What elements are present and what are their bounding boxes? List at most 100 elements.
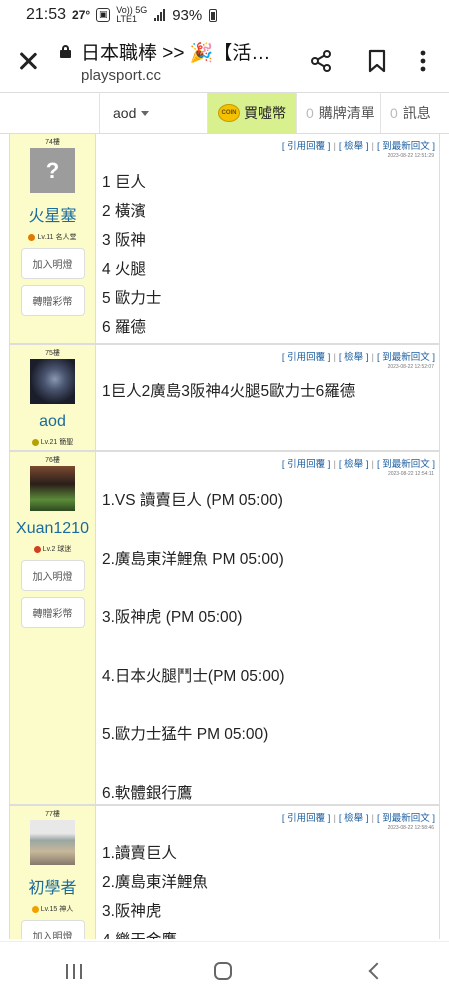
status-temperature: 27° bbox=[72, 8, 91, 22]
post-tools: [ 引用回覆 ] |[ 檢舉 ] |[ 到最新回文 ] bbox=[281, 352, 435, 363]
buy-coin-button[interactable]: COIN 買噓幣 bbox=[208, 93, 296, 133]
content-line: 3 阪神 bbox=[102, 232, 146, 249]
status-time: 21:53 bbox=[26, 6, 67, 23]
content-line: 2.廣島東洋鯉魚 bbox=[102, 874, 208, 891]
latest-reply-link[interactable]: [ 到最新回文 ] bbox=[377, 813, 435, 824]
purchase-list-tab[interactable]: 0 購牌清單 bbox=[296, 93, 380, 133]
post-time: 2023-08-22 12:51:29 bbox=[387, 153, 434, 159]
post-time: 2023-08-22 12:52:07 bbox=[387, 364, 434, 370]
post-body: [ 引用回覆 ] |[ 檢舉 ] |[ 到最新回文 ] 2023-08-22 12:… bbox=[96, 806, 439, 939]
messages-count: 0 bbox=[390, 105, 398, 121]
home-icon[interactable] bbox=[214, 962, 233, 980]
quote-reply-link[interactable]: [ 引用回覆 ] bbox=[282, 459, 331, 470]
post-author-panel: 75樓 aod Lv.21 簡聖 bbox=[10, 345, 96, 450]
question-mark-icon: ? bbox=[45, 157, 60, 183]
content-line: 1.VS 讀賣巨人 (PM 05:00) bbox=[102, 492, 283, 509]
site-nav: aod COIN 買噓幣 0 購牌清單 0 訊息 bbox=[0, 92, 449, 134]
username[interactable]: 火星塞 bbox=[28, 202, 76, 226]
back-icon[interactable] bbox=[368, 962, 386, 980]
post-tools: [ 引用回覆 ] |[ 檢舉 ] |[ 到最新回文 ] bbox=[281, 459, 435, 470]
level-badge-icon bbox=[31, 905, 39, 913]
report-link[interactable]: [ 檢舉 ] bbox=[339, 352, 369, 363]
content-line: 4 火腿 bbox=[102, 261, 146, 278]
post-tools: [ 引用回覆 ] |[ 檢舉 ] |[ 到最新回文 ] bbox=[281, 141, 435, 152]
caret-down-icon bbox=[141, 110, 150, 116]
post-77: 77樓 初學者 Lv.15 神人 加入明燈 [ 引用回覆 ] |[ 檢舉 ] |[ … bbox=[10, 806, 439, 939]
add-favorite-button[interactable]: 加入明燈 bbox=[20, 248, 85, 279]
content-line: 1巨人2廣島3阪神4火腿5歐力士6羅德 bbox=[102, 383, 356, 400]
recent-apps-icon[interactable] bbox=[66, 963, 83, 979]
post-author-panel: 77樓 初學者 Lv.15 神人 加入明燈 bbox=[10, 806, 96, 939]
browser-toolbar: 日本職棒 >> 🎉【活… playsport.cc bbox=[0, 30, 449, 92]
post-tools: [ 引用回覆 ] |[ 檢舉 ] |[ 到最新回文 ] bbox=[281, 813, 435, 824]
gift-coin-button[interactable]: 轉贈彩幣 bbox=[20, 285, 85, 316]
status-bar: 21:53 27° ▣ Vo)) 5G LTE1 93% bbox=[0, 0, 449, 30]
buy-coin-label: 買噓幣 bbox=[244, 105, 286, 121]
user-level: Lv.2 球迷 bbox=[33, 544, 72, 554]
add-favorite-button[interactable]: 加入明燈 bbox=[20, 560, 85, 591]
floor-number: 77樓 bbox=[45, 811, 60, 818]
post-74: 74樓 ? 火星塞 Lv.11 名人堂 加入明燈 轉贈彩幣 [ 引用回覆 ] |[… bbox=[10, 134, 439, 345]
content-line: 3.阪神虎 bbox=[102, 903, 162, 920]
avatar[interactable]: ? bbox=[30, 148, 75, 193]
purchase-count: 0 bbox=[306, 105, 314, 121]
report-link[interactable]: [ 檢舉 ] bbox=[339, 141, 369, 152]
username[interactable]: 初學者 bbox=[28, 874, 76, 898]
post-76: 76樓 Xuan1210 Lv.2 球迷 加入明燈 轉贈彩幣 [ 引用回覆 ] |… bbox=[10, 452, 439, 806]
signal-icon bbox=[154, 9, 166, 21]
network-label-bottom: LTE1 bbox=[116, 14, 138, 24]
avatar[interactable] bbox=[30, 820, 75, 865]
user-level-text: Lv.21 簡聖 bbox=[40, 439, 74, 446]
content-line: 4.日本火腿鬥士(PM 05:00) bbox=[102, 667, 285, 685]
add-favorite-button[interactable]: 加入明燈 bbox=[20, 920, 85, 939]
quote-reply-link[interactable]: [ 引用回覆 ] bbox=[282, 352, 331, 363]
latest-reply-link[interactable]: [ 到最新回文 ] bbox=[377, 352, 435, 363]
content-line: 1 巨人 bbox=[102, 174, 146, 191]
content-line: 5 歐力士 bbox=[102, 290, 162, 307]
user-menu-label: aod bbox=[113, 105, 137, 121]
content-line: 4.樂天金鷹 bbox=[102, 926, 439, 939]
user-level: Lv.21 簡聖 bbox=[31, 437, 74, 447]
content-line: 1.讀賣巨人 bbox=[102, 845, 177, 862]
posts-list: 74樓 ? 火星塞 Lv.11 名人堂 加入明燈 轉贈彩幣 [ 引用回覆 ] |[… bbox=[9, 134, 440, 939]
close-icon[interactable] bbox=[16, 49, 40, 73]
bookmark-icon[interactable] bbox=[349, 41, 405, 81]
notification-icon: ▣ bbox=[96, 8, 111, 22]
report-link[interactable]: [ 檢舉 ] bbox=[339, 459, 369, 470]
url-area[interactable]: 日本職棒 >> 🎉【活… playsport.cc bbox=[81, 38, 293, 84]
post-content: 1 巨人 2 橫濱 3 阪神 4 火腿 5 歐力士 6 羅德 bbox=[102, 168, 439, 342]
messages-tab[interactable]: 0 訊息 bbox=[380, 93, 449, 133]
user-menu[interactable]: aod bbox=[100, 93, 208, 133]
share-icon[interactable] bbox=[293, 41, 349, 81]
network-label: Vo)) 5G LTE1 bbox=[116, 6, 147, 24]
content-line: 2.廣島東洋鯉魚 PM 05:00) bbox=[102, 550, 284, 568]
content-line: 6 羅德 bbox=[102, 319, 146, 336]
coin-icon: COIN bbox=[218, 104, 240, 122]
user-level-text: Lv.2 球迷 bbox=[42, 546, 72, 553]
username[interactable]: aod bbox=[39, 413, 66, 431]
gift-coin-button[interactable]: 轉贈彩幣 bbox=[20, 597, 85, 628]
latest-reply-link[interactable]: [ 到最新回文 ] bbox=[377, 141, 435, 152]
page-domain: playsport.cc bbox=[81, 67, 162, 84]
quote-reply-link[interactable]: [ 引用回覆 ] bbox=[282, 813, 331, 824]
more-menu-icon[interactable] bbox=[405, 41, 441, 81]
latest-reply-link[interactable]: [ 到最新回文 ] bbox=[377, 459, 435, 470]
nav-spacer bbox=[0, 93, 100, 133]
user-level-text: Lv.15 神人 bbox=[40, 906, 74, 913]
post-content: 1.讀賣巨人 2.廣島東洋鯉魚 3.阪神虎 4.樂天金鷹 bbox=[102, 839, 439, 939]
lock-icon bbox=[60, 44, 71, 58]
post-author-panel: 74樓 ? 火星塞 Lv.11 名人堂 加入明燈 轉贈彩幣 bbox=[10, 134, 96, 343]
report-link[interactable]: [ 檢舉 ] bbox=[339, 813, 369, 824]
username[interactable]: Xuan1210 bbox=[16, 520, 89, 538]
floor-number: 76樓 bbox=[45, 457, 60, 464]
post-time: 2023-08-22 12:58:46 bbox=[387, 825, 434, 831]
avatar[interactable] bbox=[30, 359, 75, 404]
post-body: [ 引用回覆 ] |[ 檢舉 ] |[ 到最新回文 ] 2023-08-22 12:… bbox=[96, 452, 439, 804]
battery-icon bbox=[209, 8, 218, 22]
floor-number: 74樓 bbox=[45, 139, 60, 146]
avatar[interactable] bbox=[30, 466, 75, 511]
post-content: 1巨人2廣島3阪神4火腿5歐力士6羅德 bbox=[102, 377, 439, 406]
user-level-text: Lv.11 名人堂 bbox=[37, 234, 77, 241]
level-badge-icon bbox=[28, 233, 36, 241]
quote-reply-link[interactable]: [ 引用回覆 ] bbox=[282, 141, 331, 152]
